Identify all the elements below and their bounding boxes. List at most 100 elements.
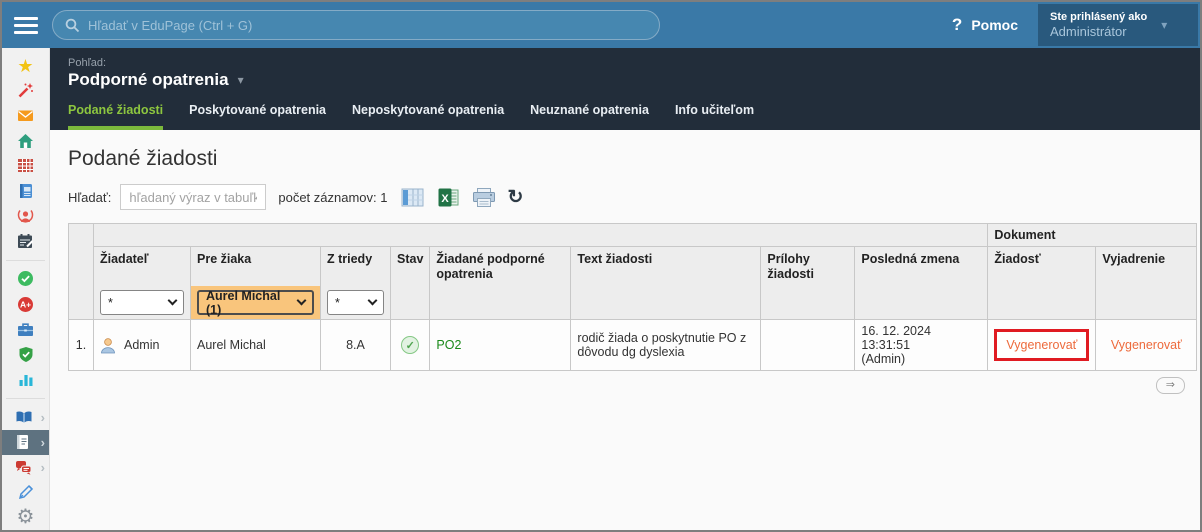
chevron-right-icon: ›	[41, 460, 45, 475]
row-number-header	[69, 224, 94, 320]
record-count: počet záznamov: 1	[278, 190, 387, 205]
notebook-icon	[18, 183, 34, 199]
home-icon	[17, 133, 34, 149]
cell-opatrenia[interactable]: PO2	[430, 320, 571, 371]
briefcase-icon	[17, 322, 34, 337]
sidebar-item-notebook[interactable]	[2, 178, 49, 203]
tab-info-ucitelom[interactable]: Info učiteľom	[675, 103, 754, 130]
sidebar-item-statistics[interactable]	[2, 367, 49, 392]
sidebar-item-person[interactable]	[2, 203, 49, 228]
chevron-down-icon: ▾	[238, 73, 244, 87]
next-page-button[interactable]: ⇒	[1156, 377, 1185, 394]
group-header-dokument: Dokument	[988, 224, 1197, 247]
cell-posledna-zmena: 16. 12. 2024 13:31:51 (Admin)	[855, 320, 988, 371]
search-icon	[65, 18, 80, 33]
cell-vyjadrenie: Vygenerovať	[1096, 320, 1197, 371]
change-author: (Admin)	[861, 352, 981, 366]
tab-neposkytovane-opatrenia[interactable]: Neposkytované opatrenia	[352, 103, 504, 130]
col-ziadatel[interactable]: Žiadateľ	[94, 247, 191, 287]
sidebar-item-documents[interactable]: ›	[2, 430, 49, 455]
row-number: 1.	[69, 320, 94, 371]
group-header-empty	[94, 224, 988, 247]
shield-check-icon	[18, 346, 34, 363]
filter-select-z-triedy[interactable]: *	[327, 290, 384, 315]
help-label: Pomoc	[971, 17, 1018, 33]
menu-icon[interactable]	[2, 17, 50, 34]
sidebar-item-calendar[interactable]	[2, 228, 49, 253]
col-prilohy[interactable]: Prílohy žiadosti	[761, 247, 855, 287]
book-icon	[15, 410, 33, 424]
generate-ziadost-link[interactable]: Vygenerovať	[1006, 338, 1077, 352]
col-stav[interactable]: Stav	[391, 247, 430, 287]
user-icon	[100, 337, 116, 354]
status-check-icon: ✓	[401, 336, 419, 354]
sidebar-item-library[interactable]: ›	[2, 405, 49, 430]
gear-icon: ⚙	[17, 507, 35, 527]
chat-bubbles-icon	[15, 460, 32, 475]
cell-prilohy	[761, 320, 855, 371]
sidebar-item-admin[interactable]	[2, 342, 49, 367]
sidebar-divider	[6, 260, 45, 261]
excel-export-icon[interactable]: X	[438, 188, 459, 207]
sidebar-divider	[6, 398, 45, 399]
global-search-input[interactable]	[88, 18, 647, 33]
view-header: Pohľad: Podporné opatrenia ▾ Podané žiad…	[50, 48, 1200, 130]
col-ziadost[interactable]: Žiadosť	[988, 247, 1096, 287]
sidebar-item-favorites[interactable]: ★	[2, 53, 49, 78]
account-menu[interactable]: Ste prihlásený ako Administrátor ▾	[1038, 4, 1198, 46]
col-z-triedy[interactable]: Z triedy	[321, 247, 391, 287]
account-label: Ste prihlásený ako	[1050, 11, 1147, 23]
sidebar: ★	[2, 48, 50, 530]
sidebar-item-timetable[interactable]	[2, 153, 49, 178]
view-label: Pohľad:	[68, 57, 1200, 69]
view-title: Podporné opatrenia	[68, 70, 229, 90]
check-circle-icon	[17, 270, 34, 287]
col-opatrenia[interactable]: Žiadané podporné opatrenia	[430, 247, 571, 287]
col-pre-ziaka[interactable]: Pre žiaka	[191, 247, 321, 287]
tab-poskytovane-opatrenia[interactable]: Poskytované opatrenia	[189, 103, 326, 130]
tab-podane-ziadosti[interactable]: Podané žiadosti	[68, 103, 163, 130]
highlight-box: Vygenerovať	[994, 329, 1089, 361]
filter-select-pre-ziaka[interactable]: Aurel Michal (1)	[197, 290, 314, 315]
sidebar-item-wizard[interactable]	[2, 78, 49, 103]
sidebar-item-grades[interactable]: A+	[2, 291, 49, 316]
filter-cell-ziadatel: *	[94, 286, 191, 320]
col-posledna-zmena[interactable]: Posledná zmena	[855, 247, 988, 287]
table-row: 1. Admin Aurel Michal 8.A ✓	[69, 320, 1197, 371]
chevron-down-icon: ▾	[1161, 18, 1167, 32]
sidebar-item-sign[interactable]	[2, 480, 49, 505]
topbar: ? Pomoc Ste prihlásený ako Administrátor…	[2, 2, 1200, 48]
columns-icon[interactable]	[401, 188, 424, 207]
table-toolbar: Hľadať: počet záznamov: 1 X ↻	[68, 184, 1200, 210]
chevron-down-icon	[297, 296, 307, 306]
sidebar-item-messages[interactable]	[2, 103, 49, 128]
cell-ziadatel: Admin	[94, 320, 191, 371]
sidebar-item-settings[interactable]: ⚙	[2, 505, 49, 530]
timetable-grid-icon	[17, 158, 34, 173]
col-text-ziadosti[interactable]: Text žiadosti	[571, 247, 761, 287]
global-search[interactable]	[52, 10, 660, 40]
bar-chart-icon	[18, 372, 34, 387]
print-icon[interactable]	[473, 188, 495, 207]
refresh-icon[interactable]: ↻	[507, 188, 523, 207]
view-selector[interactable]: Podporné opatrenia ▾	[68, 70, 1200, 90]
sidebar-item-approvals[interactable]	[2, 266, 49, 291]
tab-bar: Podané žiadosti Poskytované opatrenia Ne…	[68, 103, 1200, 130]
tab-neuznane-opatrenia[interactable]: Neuznané opatrenia	[530, 103, 649, 130]
sidebar-item-communication[interactable]: ›	[2, 455, 49, 480]
sidebar-item-agenda[interactable]	[2, 317, 49, 342]
cell-pre-ziaka: Aurel Michal	[191, 320, 321, 371]
applicant-name: Admin	[124, 338, 159, 352]
table-search-input[interactable]	[120, 184, 266, 210]
sidebar-item-home[interactable]	[2, 128, 49, 153]
calendar-edit-icon	[17, 233, 34, 249]
cell-ziadost: Vygenerovať	[988, 320, 1096, 371]
chevron-down-icon	[168, 296, 178, 306]
grades-a-plus-icon: A+	[17, 296, 34, 313]
filter-select-ziadatel[interactable]: *	[100, 290, 184, 315]
help-button[interactable]: ? Pomoc	[952, 15, 1018, 35]
generate-vyjadrenie-link[interactable]: Vygenerovať	[1111, 338, 1182, 352]
pen-icon	[18, 484, 34, 500]
col-vyjadrenie[interactable]: Vyjadrenie	[1096, 247, 1197, 287]
chevron-right-icon: ›	[41, 410, 45, 425]
